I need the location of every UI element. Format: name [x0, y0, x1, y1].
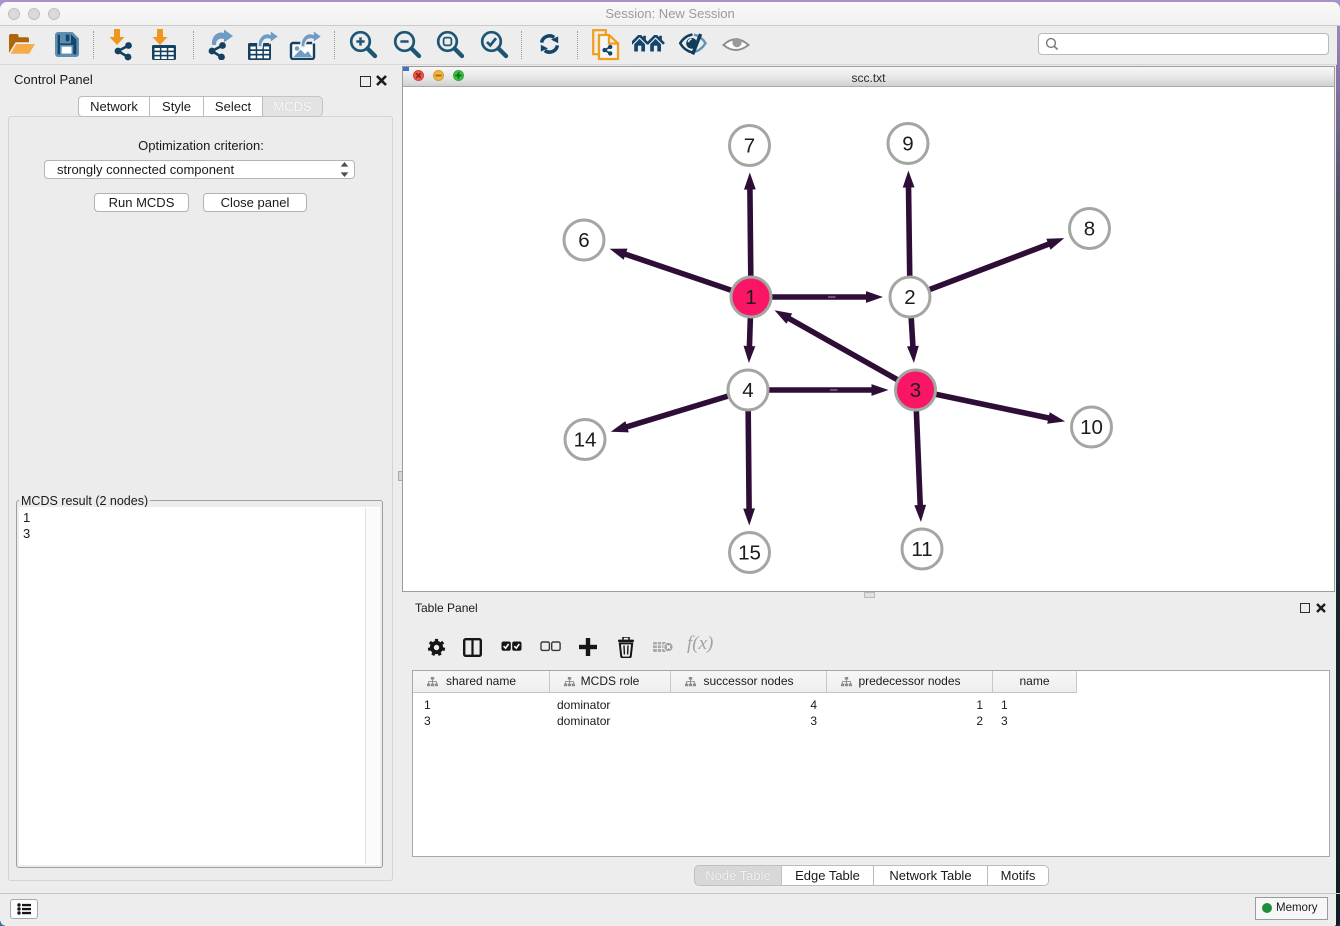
svg-text:15: 15 — [738, 542, 761, 565]
svg-text:8: 8 — [1084, 218, 1095, 241]
svg-text:2: 2 — [904, 286, 915, 309]
svg-text:1: 1 — [745, 286, 756, 309]
svg-text:14: 14 — [574, 429, 597, 452]
svg-text:11: 11 — [911, 538, 932, 561]
svg-text:4: 4 — [742, 379, 753, 402]
svg-text:6: 6 — [578, 229, 589, 252]
svg-text:9: 9 — [902, 133, 913, 156]
svg-text:3: 3 — [910, 379, 921, 402]
svg-text:10: 10 — [1080, 416, 1103, 439]
svg-text:7: 7 — [744, 135, 755, 158]
